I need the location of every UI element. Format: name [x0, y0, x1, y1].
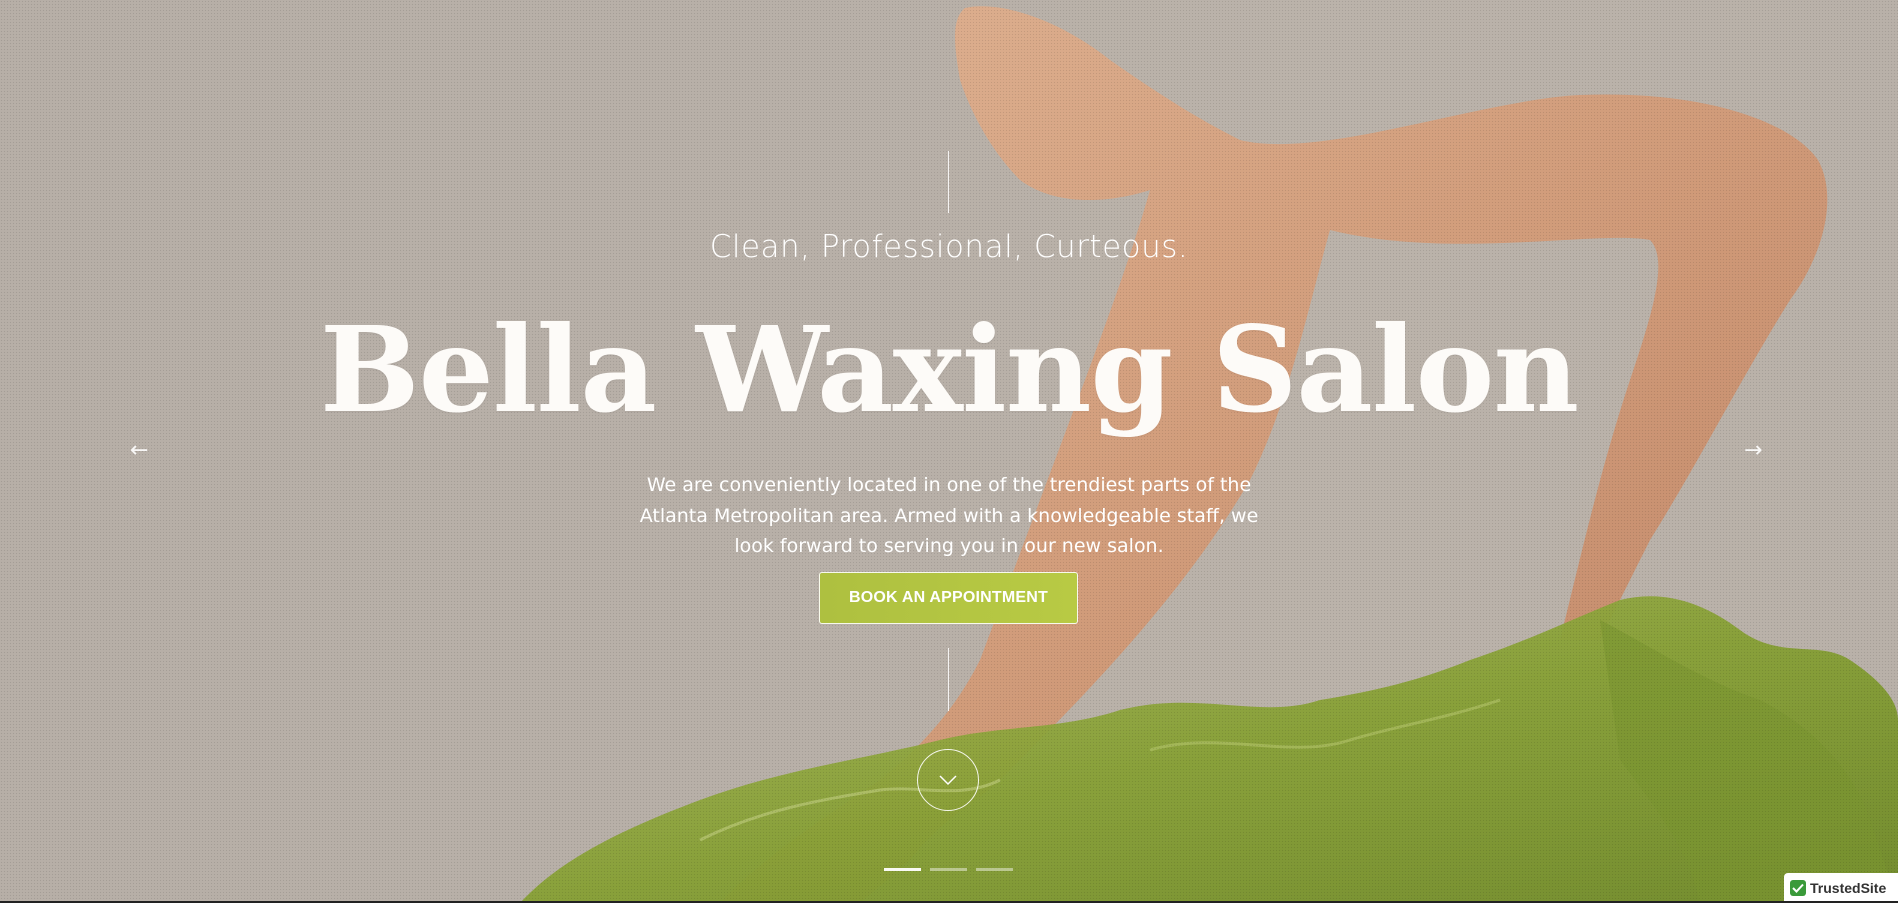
prev-slide-arrow-icon[interactable]: ←: [130, 438, 148, 463]
chevron-down-icon: [939, 775, 957, 786]
book-appointment-button[interactable]: BOOK AN APPOINTMENT: [819, 572, 1078, 624]
hero-tagline: Clean, Professional, Curteous.: [709, 229, 1189, 265]
slider-pagination: [884, 868, 1013, 871]
divider-top: [948, 151, 949, 213]
slider-dot-1[interactable]: [884, 868, 921, 871]
slider-dot-2[interactable]: [930, 868, 967, 871]
divider-bottom: [948, 648, 949, 711]
slider-dot-3[interactable]: [976, 868, 1013, 871]
hero-content: Clean, Professional, Curteous. Bella Wax…: [0, 0, 1898, 903]
hero-description: We are conveniently located in one of th…: [639, 474, 1259, 557]
next-slide-arrow-icon[interactable]: →: [1744, 438, 1762, 463]
scroll-down-button[interactable]: [917, 749, 979, 811]
trustedsite-label: TrustedSite: [1810, 880, 1887, 896]
check-icon: [1790, 880, 1806, 896]
hero-slider: Clean, Professional, Curteous. Bella Wax…: [0, 0, 1898, 903]
trustedsite-badge[interactable]: TrustedSite: [1784, 873, 1898, 903]
hero-title: Bella Waxing Salon: [319, 300, 1579, 439]
